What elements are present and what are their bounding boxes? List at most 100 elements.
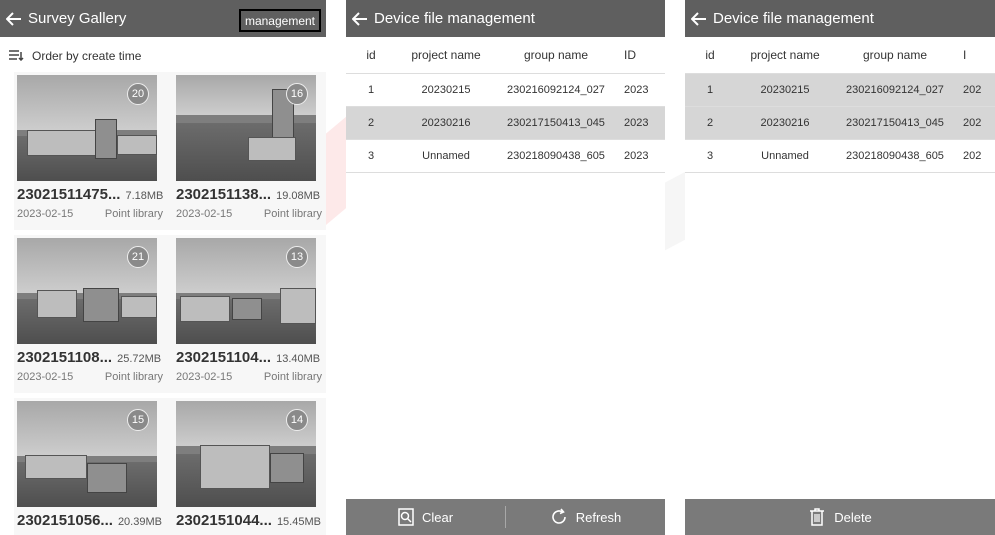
management-button[interactable]: management — [238, 9, 321, 32]
table-row[interactable]: 2 20230216 230217150413_045 202 — [685, 107, 995, 140]
refresh-button[interactable]: Refresh — [506, 499, 665, 535]
gallery-item-size: 19.08MB — [276, 190, 321, 202]
table-row[interactable]: 3 Unnamed 230218090438_605 202 — [685, 140, 995, 173]
file-table: id project name group name I 1 20230215 … — [685, 37, 995, 173]
photo-count-badge: 21 — [127, 246, 149, 268]
cell-group: 230218090438_605 — [507, 150, 605, 162]
gallery-card[interactable]: 20 23021511475... 7.18MB 2023-02-15 Poin… — [14, 72, 174, 230]
column-header-id: id — [705, 48, 715, 62]
cell-extra: 2023 — [624, 117, 649, 129]
delete-button[interactable]: Delete — [685, 499, 995, 535]
cell-extra: 202 — [963, 117, 982, 129]
app-bar: Survey Gallery management — [0, 0, 326, 37]
device-file-management-screen: Device file management id project name g… — [346, 0, 665, 535]
photo-count-badge: 13 — [286, 246, 308, 268]
cell-project: 20230216 — [421, 117, 471, 129]
gallery-card[interactable]: 16 2302151138... 19.08MB 2023-02-15 Poin… — [173, 72, 326, 230]
back-arrow-icon[interactable] — [346, 0, 374, 37]
survey-gallery-screen: Survey Gallery management Order by creat… — [0, 0, 326, 535]
gallery-card[interactable]: 14 2302151044... 15.45MB — [173, 398, 326, 535]
survey-photo: 14 — [176, 401, 316, 507]
cell-extra: 202 — [963, 150, 982, 162]
cell-extra: 202 — [963, 84, 982, 96]
cell-project: 20230216 — [760, 117, 810, 129]
back-arrow-icon[interactable] — [0, 0, 28, 37]
column-header-project: project name — [750, 48, 820, 62]
gallery-item-name: 2302151138... — [176, 186, 272, 203]
survey-photo: 20 — [17, 75, 157, 181]
survey-photo: 16 — [176, 75, 316, 181]
gallery-item-name: 2302151056... — [17, 512, 113, 529]
clear-icon — [398, 508, 414, 526]
delete-label: Delete — [834, 509, 872, 525]
cell-group: 230217150413_045 — [507, 117, 605, 129]
cell-id: 2 — [706, 117, 714, 129]
table-header: id project name group name ID — [346, 37, 665, 74]
table-row[interactable]: 1 20230215 230216092124_027 2023 — [346, 74, 665, 107]
cell-group: 230216092124_027 — [846, 84, 944, 96]
table-row[interactable]: 3 Unnamed 230218090438_605 2023 — [346, 140, 665, 173]
bottom-action-bar: Clear Refresh — [346, 499, 665, 535]
column-header-group: group name — [523, 48, 589, 62]
refresh-icon — [551, 508, 566, 524]
gallery-item-source: Point library — [263, 371, 322, 383]
cell-group: 230216092124_027 — [507, 84, 605, 96]
file-table: id project name group name ID 1 20230215… — [346, 37, 665, 173]
gallery-item-source: Point library — [104, 208, 163, 220]
gallery-item-name: 2302151044... — [176, 512, 272, 529]
survey-photo: 13 — [176, 238, 316, 344]
gallery-item-size: 20.39MB — [117, 516, 162, 528]
column-header-project: project name — [411, 48, 481, 62]
cell-id: 1 — [367, 84, 375, 96]
column-header-extra: I — [963, 48, 967, 62]
table-header: id project name group name I — [685, 37, 995, 74]
cell-group: 230218090438_605 — [846, 150, 944, 162]
app-bar: Device file management — [685, 0, 995, 37]
clear-button[interactable]: Clear — [346, 499, 505, 535]
cell-project: 20230215 — [421, 84, 471, 96]
column-header-extra: ID — [624, 48, 636, 62]
gallery-item-date: 2023-02-15 — [17, 208, 74, 220]
bottom-action-bar: Delete — [685, 499, 995, 535]
cell-extra: 2023 — [624, 150, 649, 162]
back-arrow-icon[interactable] — [685, 0, 713, 37]
refresh-label: Refresh — [575, 509, 622, 525]
photo-count-badge: 16 — [286, 83, 308, 105]
column-header-id: id — [366, 48, 376, 62]
trash-icon — [810, 508, 825, 526]
gallery-card[interactable]: 13 2302151104... 13.40MB 2023-02-15 Poin… — [173, 235, 326, 393]
gallery-item-size: 15.45MB — [276, 516, 321, 528]
cell-project: Unnamed — [422, 150, 470, 162]
sort-label: Order by create time — [32, 49, 142, 63]
cell-extra: 2023 — [624, 84, 649, 96]
photo-count-badge: 14 — [286, 409, 308, 431]
gallery-item-name: 2302151108... — [17, 349, 113, 366]
gallery-item-date: 2023-02-15 — [176, 371, 233, 383]
photo-count-badge: 20 — [127, 83, 149, 105]
gallery-item-date: 2023-02-15 — [17, 371, 74, 383]
survey-photo: 21 — [17, 238, 157, 344]
cell-id: 1 — [706, 84, 714, 96]
cell-id: 3 — [706, 150, 714, 162]
cell-project: Unnamed — [761, 150, 809, 162]
gallery-item-size: 7.18MB — [125, 190, 164, 202]
gallery-item-source: Point library — [104, 371, 163, 383]
survey-photo: 15 — [17, 401, 157, 507]
gallery-item-size: 13.40MB — [276, 353, 321, 365]
cell-id: 2 — [367, 117, 375, 129]
gallery-item-name: 23021511475... — [17, 186, 121, 203]
table-row[interactable]: 1 20230215 230216092124_027 202 — [685, 74, 995, 107]
gallery-card[interactable]: 15 2302151056... 20.39MB — [14, 398, 174, 535]
gallery-item-date: 2023-02-15 — [176, 208, 233, 220]
gallery-item-size: 25.72MB — [117, 353, 162, 365]
sort-selector[interactable]: Order by create time — [0, 40, 326, 72]
column-header-group: group name — [862, 48, 928, 62]
cell-id: 3 — [367, 150, 375, 162]
page-title: Survey Gallery — [28, 10, 127, 27]
gallery-item-name: 2302151104... — [176, 349, 272, 366]
gallery-card[interactable]: 21 2302151108... 25.72MB 2023-02-15 Poin… — [14, 235, 174, 393]
table-row[interactable]: 2 20230216 230217150413_045 2023 — [346, 107, 665, 140]
sort-icon — [8, 49, 26, 63]
app-bar: Device file management — [346, 0, 665, 37]
gallery-item-source: Point library — [263, 208, 322, 220]
